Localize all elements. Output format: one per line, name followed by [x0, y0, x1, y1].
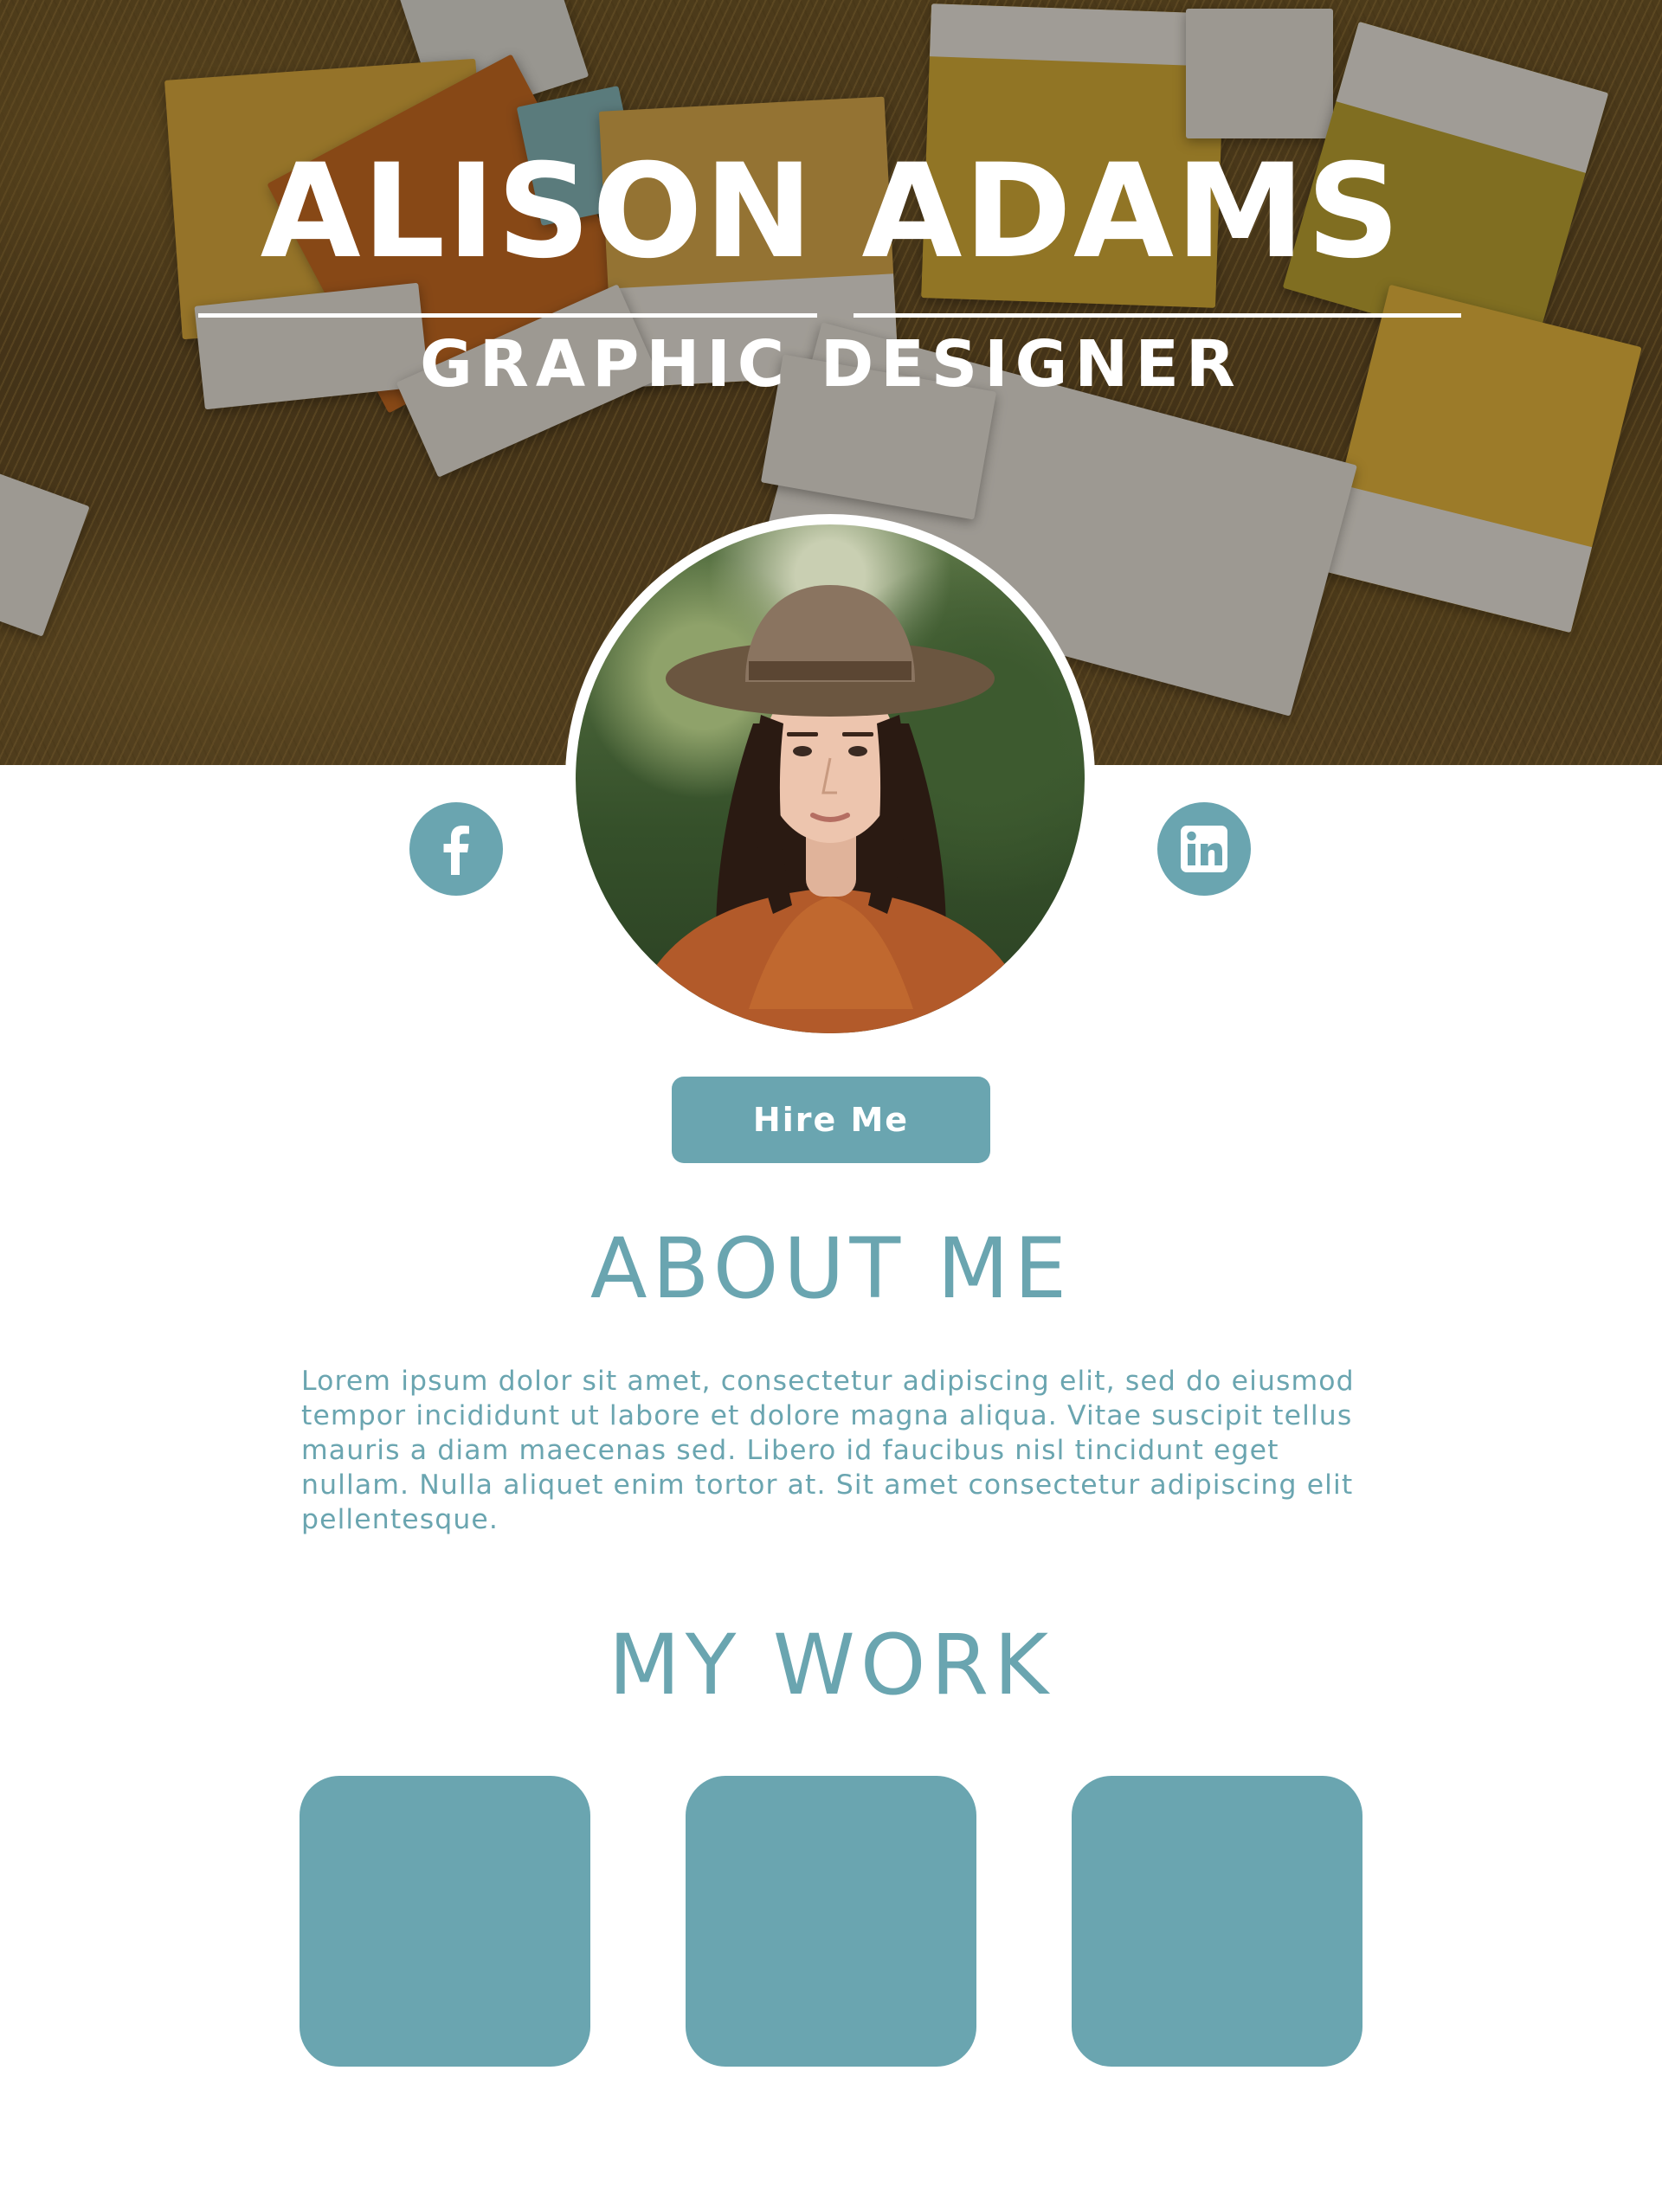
work-item-3[interactable]	[1072, 1776, 1362, 2067]
profile-portrait-illustration	[628, 585, 1034, 1033]
hero-name: ALISON ADAMS	[260, 137, 1402, 287]
profile-photo	[576, 524, 1085, 1033]
hire-me-button[interactable]: Hire Me	[672, 1077, 990, 1163]
avatar	[565, 514, 1095, 1044]
linkedin-icon	[1181, 826, 1227, 872]
hero-divider-left	[198, 313, 817, 318]
about-heading: ABOUT ME	[589, 1220, 1073, 1317]
facebook-icon	[443, 826, 469, 875]
hero-divider-right	[854, 313, 1461, 318]
about-body-text: Lorem ipsum dolor sit amet, consectetur …	[301, 1366, 1355, 1535]
work-heading: MY WORK	[608, 1617, 1054, 1714]
linkedin-button[interactable]	[1157, 802, 1251, 896]
work-item-1[interactable]	[300, 1776, 590, 2067]
facebook-button[interactable]	[409, 802, 503, 896]
work-item-2[interactable]	[686, 1776, 976, 2067]
hero-job-title: GRAPHIC DESIGNER	[420, 327, 1242, 402]
